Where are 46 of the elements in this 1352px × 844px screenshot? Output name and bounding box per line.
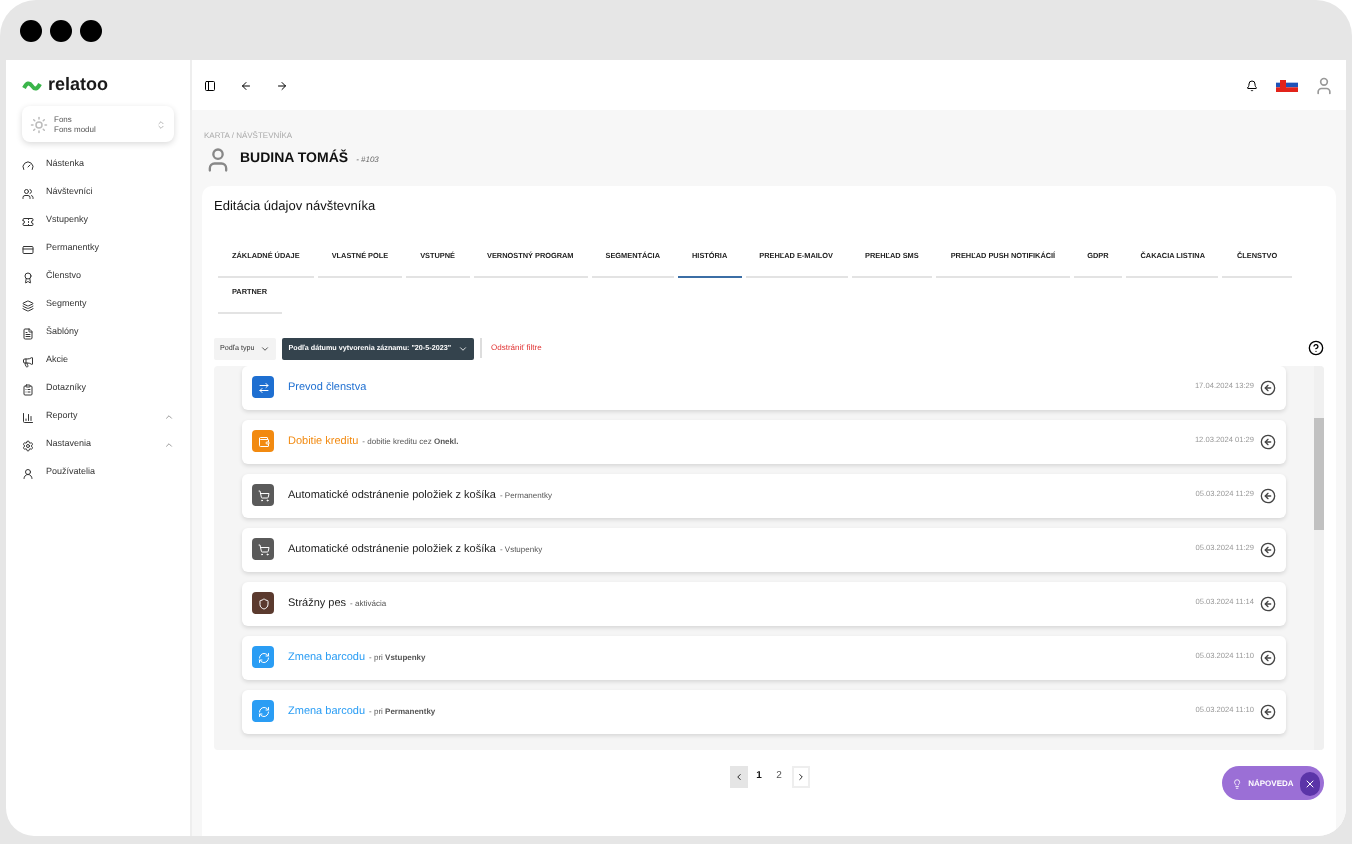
gauge-icon	[22, 159, 34, 171]
revert-icon[interactable]	[1260, 487, 1276, 504]
chart-icon	[22, 411, 34, 423]
megaphone-icon	[22, 355, 34, 367]
logo-icon	[22, 80, 42, 92]
scrollbar[interactable]	[1314, 365, 1324, 750]
entry-icon	[257, 489, 269, 502]
person-icon	[22, 467, 34, 479]
sidebar-toggle-icon[interactable]	[204, 79, 216, 91]
entry-icon	[257, 705, 269, 718]
chevron-left-icon	[733, 771, 743, 782]
chevron-right-icon	[795, 771, 805, 782]
logo-text: relatoo	[48, 72, 109, 99]
revert-icon[interactable]	[1260, 433, 1276, 450]
settings-icon	[22, 439, 34, 451]
lightbulb-icon	[1232, 777, 1243, 789]
revert-icon[interactable]	[1260, 379, 1276, 396]
chevron-icon	[457, 343, 468, 354]
forward-icon[interactable]	[276, 79, 288, 91]
chevron-icon	[260, 343, 271, 354]
entry-icon	[257, 597, 269, 610]
users-icon	[22, 187, 34, 199]
layers-icon	[22, 299, 34, 311]
revert-icon[interactable]	[1260, 541, 1276, 558]
revert-icon[interactable]	[1260, 595, 1276, 612]
card-icon	[22, 243, 34, 255]
document-icon	[22, 327, 34, 339]
bell-icon[interactable]	[1246, 79, 1258, 91]
entry-icon	[257, 651, 269, 664]
person-avatar-icon	[204, 146, 232, 174]
clipboard-icon	[22, 383, 34, 395]
flag-icon[interactable]	[1276, 78, 1298, 92]
close-icon	[1303, 777, 1316, 789]
chevrons-icon	[156, 119, 166, 129]
help-icon[interactable]	[1308, 340, 1324, 357]
revert-icon[interactable]	[1260, 649, 1276, 666]
award-icon	[22, 271, 34, 283]
entry-icon	[257, 435, 269, 448]
module-icon	[30, 115, 48, 133]
entry-icon	[257, 543, 269, 556]
back-icon[interactable]	[240, 79, 252, 91]
avatar-icon[interactable]	[1314, 75, 1334, 95]
entry-icon	[257, 381, 269, 394]
revert-icon[interactable]	[1260, 703, 1276, 720]
ticket-icon	[22, 215, 34, 227]
close-button[interactable]	[1299, 771, 1320, 795]
